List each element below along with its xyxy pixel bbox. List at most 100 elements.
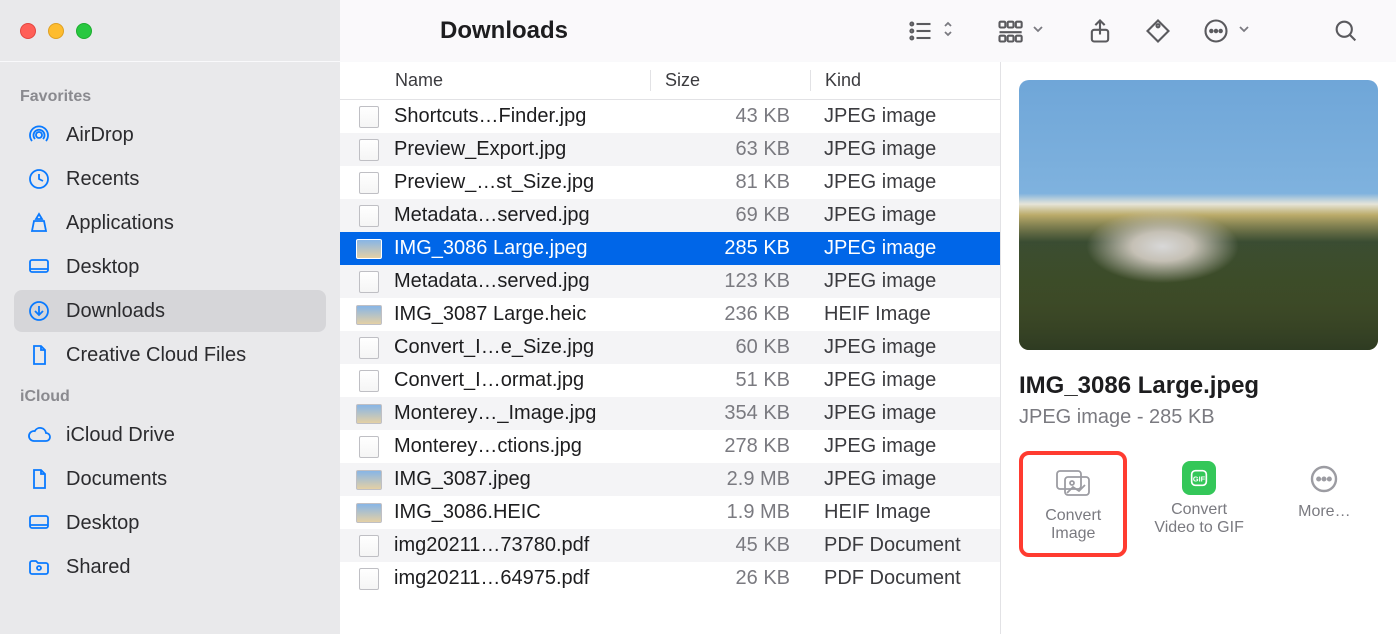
download-icon	[26, 298, 52, 324]
file-size: 26 KB	[650, 567, 810, 590]
file-kind: JPEG image	[810, 237, 1000, 260]
file-kind: JPEG image	[810, 369, 1000, 392]
file-size: 285 KB	[650, 237, 810, 260]
file-icon	[354, 337, 384, 359]
file-kind: JPEG image	[810, 435, 1000, 458]
actions-button[interactable]	[1196, 11, 1250, 51]
back-button[interactable]	[370, 15, 382, 46]
file-row[interactable]: Monterey…_Image.jpg354 KBJPEG image	[340, 397, 1000, 430]
file-icon	[354, 469, 384, 491]
zoom-window-button[interactable]	[76, 23, 92, 39]
search-button[interactable]	[1326, 11, 1366, 51]
sidebar-item-desktop[interactable]: Desktop	[14, 246, 326, 288]
clock-icon	[26, 166, 52, 192]
file-name: Monterey…_Image.jpg	[394, 402, 650, 425]
file-icon	[354, 238, 384, 260]
file-name: Monterey…ctions.jpg	[394, 435, 650, 458]
sidebar-item-label: Recents	[66, 168, 139, 191]
preview-filename: IMG_3086 Large.jpeg	[1019, 372, 1378, 400]
quick-action-more[interactable]: More…	[1271, 451, 1378, 531]
file-row[interactable]: Preview_…st_Size.jpg81 KBJPEG image	[340, 166, 1000, 199]
traffic-light-zone	[0, 0, 340, 61]
sidebar-item-label: Desktop	[66, 512, 139, 535]
sidebar-item-icloud-drive[interactable]: iCloud Drive	[14, 414, 326, 456]
svg-text:GIF: GIF	[1193, 475, 1206, 484]
file-row[interactable]: Convert_I…ormat.jpg51 KBJPEG image	[340, 364, 1000, 397]
file-row[interactable]: img20211…73780.pdf45 KBPDF Document	[340, 529, 1000, 562]
column-kind[interactable]: Kind	[810, 70, 1000, 91]
sidebar: FavoritesAirDropRecentsApplicationsDeskt…	[0, 62, 340, 634]
file-size: 123 KB	[650, 270, 810, 293]
file-kind: JPEG image	[810, 336, 1000, 359]
column-name[interactable]: Name	[395, 70, 650, 91]
sidebar-item-airdrop[interactable]: AirDrop	[14, 114, 326, 156]
file-size: 354 KB	[650, 402, 810, 425]
minimize-window-button[interactable]	[48, 23, 64, 39]
file-kind: HEIF Image	[810, 501, 1000, 524]
quick-action-convert-gif[interactable]: GIF Convert Video to GIF	[1145, 451, 1252, 547]
desktop-icon	[26, 510, 52, 536]
sidebar-section-label: iCloud	[10, 378, 330, 412]
file-row[interactable]: Preview_Export.jpg63 KBJPEG image	[340, 133, 1000, 166]
window-controls	[20, 23, 92, 39]
close-window-button[interactable]	[20, 23, 36, 39]
file-kind: JPEG image	[810, 171, 1000, 194]
group-by-button[interactable]	[990, 11, 1044, 51]
sidebar-item-documents[interactable]: Documents	[14, 458, 326, 500]
sidebar-item-downloads[interactable]: Downloads	[14, 290, 326, 332]
sidebar-item-creative-cloud-files[interactable]: Creative Cloud Files	[14, 334, 326, 376]
file-kind: PDF Document	[810, 567, 1000, 590]
quick-actions-row: Convert Image GIF Convert Video to GIF More…	[1019, 451, 1378, 557]
sidebar-item-desktop[interactable]: Desktop	[14, 502, 326, 544]
file-row[interactable]: Convert_I…e_Size.jpg60 KBJPEG image	[340, 331, 1000, 364]
file-row[interactable]: Monterey…ctions.jpg278 KBJPEG image	[340, 430, 1000, 463]
quick-action-label: Convert Video to GIF	[1149, 501, 1248, 537]
file-row[interactable]: IMG_3087 Large.heic236 KBHEIF Image	[340, 298, 1000, 331]
file-icon	[26, 466, 52, 492]
share-button[interactable]	[1080, 11, 1120, 51]
preview-thumbnail[interactable]	[1019, 80, 1378, 350]
file-icon	[354, 304, 384, 326]
sidebar-item-recents[interactable]: Recents	[14, 158, 326, 200]
file-row[interactable]: Metadata…served.jpg123 KBJPEG image	[340, 265, 1000, 298]
column-size[interactable]: Size	[650, 70, 810, 91]
sidebar-item-label: Downloads	[66, 300, 165, 323]
updown-icon	[942, 20, 954, 41]
file-size: 43 KB	[650, 105, 810, 128]
file-icon	[26, 342, 52, 368]
window-title: Downloads	[440, 17, 568, 45]
file-row[interactable]: IMG_3087.jpeg2.9 MBJPEG image	[340, 463, 1000, 496]
file-name: img20211…73780.pdf	[394, 534, 650, 557]
file-row[interactable]: IMG_3086.HEIC1.9 MBHEIF Image	[340, 496, 1000, 529]
file-name: IMG_3087.jpeg	[394, 468, 650, 491]
file-icon	[354, 139, 384, 161]
tags-button[interactable]	[1138, 11, 1178, 51]
file-icon	[354, 370, 384, 392]
file-kind: JPEG image	[810, 138, 1000, 161]
file-size: 2.9 MB	[650, 468, 810, 491]
file-size: 63 KB	[650, 138, 810, 161]
file-name: IMG_3086 Large.jpeg	[394, 237, 650, 260]
quick-action-convert-image[interactable]: Convert Image	[1019, 451, 1127, 557]
file-icon	[354, 568, 384, 590]
file-kind: JPEG image	[810, 204, 1000, 227]
airdrop-icon	[26, 122, 52, 148]
file-kind: JPEG image	[810, 402, 1000, 425]
file-row[interactable]: IMG_3086 Large.jpeg285 KBJPEG image	[340, 232, 1000, 265]
sidebar-item-shared[interactable]: Shared	[14, 546, 326, 588]
sidebar-item-label: iCloud Drive	[66, 424, 175, 447]
sidebar-item-applications[interactable]: Applications	[14, 202, 326, 244]
forward-button[interactable]	[400, 15, 412, 46]
file-icon	[354, 502, 384, 524]
file-row[interactable]: Metadata…served.jpg69 KBJPEG image	[340, 199, 1000, 232]
file-name: IMG_3086.HEIC	[394, 501, 650, 524]
sidebar-item-label: Shared	[66, 556, 131, 579]
file-icon	[354, 436, 384, 458]
chevron-down-icon	[1032, 23, 1044, 38]
file-row[interactable]: Shortcuts…Finder.jpg43 KBJPEG image	[340, 100, 1000, 133]
file-name: Preview_Export.jpg	[394, 138, 650, 161]
file-icon	[354, 172, 384, 194]
file-row[interactable]: img20211…64975.pdf26 KBPDF Document	[340, 562, 1000, 595]
view-mode-button[interactable]	[900, 11, 954, 51]
file-list: Name Size Kind Shortcuts…Finder.jpg43 KB…	[340, 62, 1001, 634]
